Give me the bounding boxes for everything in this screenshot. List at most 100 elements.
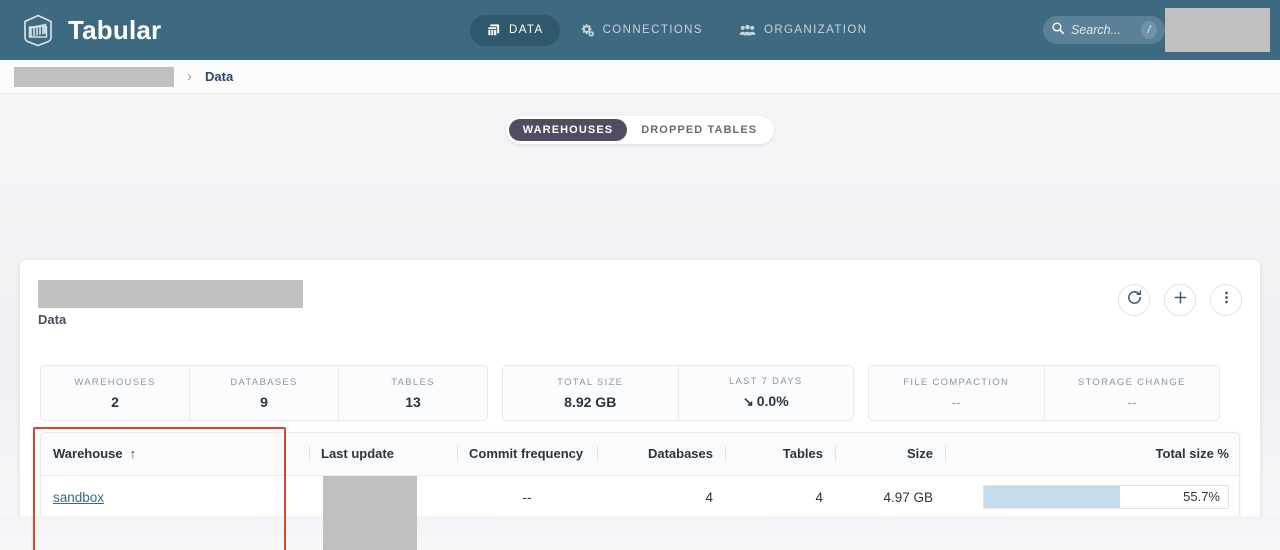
nav-item-label: CONNECTIONS — [602, 24, 703, 36]
column-header-size[interactable]: Size — [835, 433, 945, 476]
stat-label: LAST 7 DAYS — [728, 376, 803, 387]
cell-commit-frequency: -- — [457, 475, 597, 520]
stat-value: 13 — [405, 393, 421, 410]
table-row[interactable]: sandbox -- 4 4 4.97 GB 55.7% — [41, 475, 1239, 520]
stat-tables: TABLES 13 — [339, 366, 487, 420]
column-divider — [725, 446, 726, 462]
card-header: Data — [20, 260, 1260, 332]
warehouse-link[interactable]: sandbox — [53, 490, 104, 505]
page-body: WAREHOUSES DROPPED TABLES Data WAREHOUSE… — [0, 94, 1280, 550]
stat-storage-change: STORAGE CHANGE -- — [1045, 366, 1220, 420]
card-actions — [1118, 284, 1242, 316]
total-size-progress-bar: 55.7% — [983, 485, 1229, 509]
stat-label: TOTAL SIZE — [557, 376, 624, 388]
column-divider — [457, 446, 458, 462]
search-box[interactable]: / — [1043, 16, 1165, 44]
column-header-last-update[interactable]: Last update — [309, 433, 457, 476]
tab-warehouses[interactable]: WAREHOUSES — [508, 119, 628, 141]
table-header-row: Warehouse ↑ Last update Commit frequency — [41, 433, 1239, 476]
stat-group-size: TOTAL SIZE 8.92 GB LAST 7 DAYS ↘ 0.0% — [502, 365, 854, 421]
tabular-logo-icon — [18, 10, 58, 50]
column-label: Databases — [647, 446, 713, 462]
cell-total-size-pct: 55.7% — [945, 475, 1239, 520]
progress-label: 55.7% — [1183, 489, 1220, 504]
data-card: Data WAREHOUSES 2 DATABASES 9 TABLES 13 … — [20, 260, 1260, 550]
stat-total-size: TOTAL SIZE 8.92 GB — [503, 366, 679, 420]
trend-down-arrow-icon: ↘ — [742, 394, 754, 409]
column-label: Total size % — [1155, 446, 1229, 462]
page-bottom-strip — [0, 516, 1280, 550]
column-label: Last update — [321, 446, 394, 462]
primary-nav: DATA CONNECTIONS ORGANIZATION — [470, 0, 883, 60]
last-update-cells-redacted — [323, 476, 417, 550]
progress-fill — [984, 486, 1120, 508]
column-label: Warehouse — [53, 446, 123, 462]
card-title-redacted — [38, 280, 303, 308]
stat-label: WAREHOUSES — [74, 376, 156, 388]
top-navigation-bar: Tabular DATA CONNECTIONS ORGANIZATION Se… — [0, 0, 1280, 60]
stat-label: TABLES — [391, 376, 435, 388]
add-button[interactable] — [1164, 284, 1196, 316]
column-header-warehouse[interactable]: Warehouse ↑ — [41, 433, 309, 476]
stat-value: 0.0% — [756, 393, 789, 409]
table-header: Warehouse ↑ Last update Commit frequency — [41, 433, 1239, 476]
column-label: Tables — [782, 446, 823, 462]
cell-tables: 4 — [725, 475, 835, 520]
gears-icon — [580, 23, 595, 38]
nav-item-label: ORGANIZATION — [763, 24, 868, 36]
stat-value: -- — [1127, 393, 1137, 410]
more-options-button[interactable] — [1210, 284, 1242, 316]
stats-row: WAREHOUSES 2 DATABASES 9 TABLES 13 TOTAL… — [40, 365, 1240, 421]
column-header-databases[interactable]: Databases — [597, 433, 725, 476]
stat-value: 2 — [111, 393, 119, 410]
breadcrumb-item-organization-redacted[interactable] — [14, 66, 174, 87]
view-toggle-container: WAREHOUSES DROPPED TABLES — [0, 94, 1280, 144]
column-label: Size — [906, 446, 933, 462]
account-area-redacted[interactable] — [1165, 8, 1270, 52]
column-header-commit-frequency[interactable]: Commit frequency — [457, 433, 597, 476]
breadcrumb-item-data[interactable]: Data — [205, 69, 233, 84]
people-icon — [739, 23, 756, 38]
nav-item-organization[interactable]: ORGANIZATION — [723, 15, 883, 46]
column-divider — [945, 446, 946, 462]
stat-value: 8.92 GB — [564, 393, 617, 410]
nav-item-connections[interactable]: CONNECTIONS — [564, 15, 719, 46]
refresh-button[interactable] — [1118, 284, 1150, 316]
plus-icon — [1172, 289, 1189, 311]
brand-name: Tabular — [68, 14, 162, 45]
column-divider — [835, 446, 836, 462]
column-header-total-size-pct[interactable]: Total size % — [945, 433, 1239, 476]
column-divider — [309, 446, 310, 462]
stat-warehouses: WAREHOUSES 2 — [41, 366, 190, 420]
database-stack-icon — [486, 23, 501, 38]
sort-ascending-icon: ↑ — [129, 446, 137, 462]
cell-warehouse: sandbox — [41, 475, 309, 520]
column-label: Commit frequency — [469, 446, 584, 462]
stat-group-maintenance: FILE COMPACTION -- STORAGE CHANGE -- — [868, 365, 1220, 421]
stat-value: 9 — [260, 393, 268, 410]
brand[interactable]: Tabular — [18, 10, 161, 50]
stat-databases: DATABASES 9 — [190, 366, 339, 420]
search-shortcut-badge: / — [1141, 21, 1157, 39]
stat-label: STORAGE CHANGE — [1077, 376, 1186, 388]
stat-group-counts: WAREHOUSES 2 DATABASES 9 TABLES 13 — [40, 365, 488, 421]
view-toggle-group: WAREHOUSES DROPPED TABLES — [505, 116, 775, 144]
nav-item-data[interactable]: DATA — [470, 14, 560, 46]
tab-dropped-tables[interactable]: DROPPED TABLES — [627, 119, 771, 141]
cell-databases: 4 — [597, 475, 725, 520]
nav-item-label: DATA — [509, 24, 544, 36]
card-subtitle: Data — [38, 312, 67, 327]
search-input[interactable] — [1071, 23, 1141, 37]
stat-last-7-days: LAST 7 DAYS ↘ 0.0% — [679, 366, 854, 420]
stat-label: FILE COMPACTION — [903, 376, 1010, 388]
cell-size: 4.97 GB — [835, 475, 945, 520]
stat-file-compaction: FILE COMPACTION -- — [869, 366, 1045, 420]
stat-value: -- — [951, 393, 961, 410]
more-vertical-icon — [1218, 289, 1235, 311]
stat-label: DATABASES — [230, 376, 298, 388]
stat-value-with-trend: ↘ 0.0% — [743, 393, 789, 410]
column-header-tables[interactable]: Tables — [725, 433, 835, 476]
refresh-icon — [1126, 289, 1143, 311]
search-icon — [1051, 21, 1065, 40]
breadcrumb: › Data — [0, 60, 1280, 94]
